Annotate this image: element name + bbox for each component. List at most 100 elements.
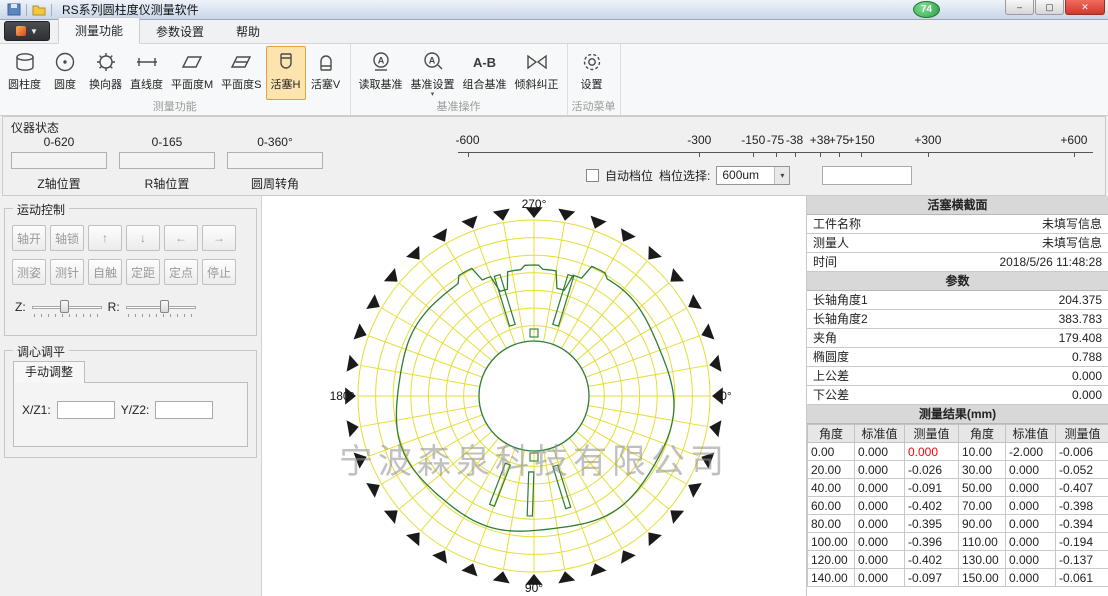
flatness-s-icon: [228, 49, 254, 75]
table-row[interactable]: 60.000.000-0.40270.000.000-0.398: [808, 497, 1108, 515]
table-row[interactable]: 0.000.0000.00010.00-2.000-0.006: [808, 443, 1108, 461]
folder-icon[interactable]: [32, 3, 46, 16]
row-label: 长轴角度1: [813, 291, 868, 309]
ruler-label: +75: [829, 133, 849, 147]
table-cell: -0.395: [905, 515, 959, 533]
combined-datum-icon: A-B: [472, 49, 498, 75]
table-row[interactable]: 120.000.000-0.402130.000.000-0.137: [808, 551, 1108, 569]
table-cell: 110.00: [959, 533, 1006, 551]
ruler-label: +600: [1060, 133, 1087, 147]
tab-help[interactable]: 帮助: [220, 19, 276, 44]
motion-button[interactable]: ←: [164, 225, 198, 251]
range-ruler: 自动档位 档位选择: 600um ▾ -600-300-150-75-38+38…: [458, 133, 1093, 193]
z-axis-position-field[interactable]: [11, 152, 107, 169]
row-value: 179.408: [1059, 329, 1102, 347]
close-button[interactable]: ✕: [1065, 0, 1105, 15]
table-col-header: 测量值: [1056, 425, 1108, 443]
disk-icon[interactable]: [7, 3, 21, 16]
yz2-field[interactable]: [155, 401, 213, 419]
z-slider-thumb[interactable]: [60, 300, 69, 313]
motion-button[interactable]: 自触: [88, 259, 122, 285]
r-slider-ticks: [128, 314, 194, 317]
ribbon-group-active-menu: 设置 活动菜单: [568, 44, 621, 115]
motion-button[interactable]: ↓: [126, 225, 160, 251]
panel-title: 活塞横截面: [807, 196, 1108, 215]
ribbon-item-flatness-m[interactable]: 平面度M: [167, 46, 217, 100]
row-label: 夹角: [813, 329, 837, 347]
z-slider[interactable]: [32, 299, 102, 315]
auto-gear-checkbox[interactable]: [586, 169, 599, 182]
table-cell: -0.137: [1056, 551, 1108, 569]
yz2-label: Y/Z2:: [121, 403, 150, 417]
ribbon-item-flatness-s[interactable]: 平面度S: [217, 46, 265, 100]
table-cell: 0.000: [905, 443, 959, 461]
table-row[interactable]: 80.000.000-0.39590.000.000-0.394: [808, 515, 1108, 533]
ribbon-item-combined-datum[interactable]: A-B 组合基准: [459, 46, 511, 100]
table-cell: -2.000: [1006, 443, 1056, 461]
r-slider[interactable]: [126, 299, 196, 315]
row-value: 未填写信息: [1042, 215, 1102, 233]
table-col-header: 标准值: [855, 425, 905, 443]
ribbon-item-datum-settings[interactable]: A 基准设置 ▾: [407, 46, 459, 100]
motion-button[interactable]: 定点: [164, 259, 198, 285]
info-row: 工件名称未填写信息: [807, 215, 1108, 234]
app-menu-button[interactable]: ▼: [4, 21, 50, 41]
ribbon-item-settings[interactable]: 设置: [572, 46, 612, 100]
row-value: 0.000: [1072, 386, 1102, 404]
motion-button[interactable]: →: [202, 225, 236, 251]
tab-manual-adjust[interactable]: 手动调整: [13, 361, 85, 383]
ribbon-item-roundness[interactable]: 圆度: [45, 46, 85, 100]
ribbon-item-cylindricity[interactable]: 圆柱度: [4, 46, 45, 100]
table-cell: -0.402: [905, 497, 959, 515]
ribbon-item-piston-v[interactable]: 活塞V: [306, 46, 346, 100]
ribbon-item-straightness[interactable]: 直线度: [126, 46, 167, 100]
ribbon-group-caption: 基准操作: [355, 100, 563, 115]
results-panel: 活塞横截面 工件名称未填写信息测量人未填写信息时间2018/5/26 11:48…: [806, 196, 1108, 596]
axis-sliders: Z: R:: [15, 299, 196, 315]
motion-button[interactable]: 轴开: [12, 225, 46, 251]
motion-button[interactable]: 测针: [50, 259, 84, 285]
motion-button[interactable]: 定距: [126, 259, 160, 285]
read-datum-icon: A: [368, 49, 394, 75]
minimize-button[interactable]: –: [1005, 0, 1034, 15]
ribbon-item-read-datum[interactable]: A 读取基准: [355, 46, 407, 100]
motion-button[interactable]: 测姿: [12, 259, 46, 285]
instrument-status-section: 仪器状态 0-620 Z轴位置 0-165 R轴位置 0-360° 圆周转角 自…: [2, 116, 1106, 196]
table-cell: 0.000: [855, 443, 905, 461]
ribbon-item-tilt-correction[interactable]: 倾斜纠正: [511, 46, 563, 100]
tab-parameter-settings[interactable]: 参数设置: [140, 19, 220, 44]
ribbon-item-commutator[interactable]: 换向器: [85, 46, 126, 100]
table-row[interactable]: 100.000.000-0.396110.000.000-0.194: [808, 533, 1108, 551]
table-row[interactable]: 140.000.000-0.097150.000.000-0.061: [808, 569, 1108, 587]
info-row: 椭圆度0.788: [807, 348, 1108, 367]
gear-controls: 自动档位 档位选择: 600um ▾: [586, 166, 912, 185]
svg-text:0°: 0°: [720, 389, 732, 403]
rotation-angle-field[interactable]: [227, 152, 323, 169]
r-axis-position-field[interactable]: [119, 152, 215, 169]
commutator-icon: [93, 49, 119, 75]
gear-select[interactable]: 600um ▾: [716, 166, 790, 185]
motion-control-panel: 运动控制 轴开轴锁↑↓←→ 测姿测针自触定距定点停止 Z: R: 调心调平 手动…: [0, 196, 262, 596]
table-cell: -0.026: [905, 461, 959, 479]
table-cell: 120.00: [808, 551, 855, 569]
r-axis-label: R轴位置: [119, 175, 215, 192]
ribbon-item-piston-h[interactable]: 活塞H: [266, 46, 306, 100]
chevron-down-icon: ▾: [431, 92, 435, 98]
r-slider-thumb[interactable]: [160, 300, 169, 313]
xz1-field[interactable]: [57, 401, 115, 419]
table-cell: 0.000: [1006, 551, 1056, 569]
ruler-tick: [1074, 152, 1075, 157]
table-row[interactable]: 40.000.000-0.09150.000.000-0.407: [808, 479, 1108, 497]
row-value: 204.375: [1059, 291, 1102, 309]
motion-button[interactable]: 停止: [202, 259, 236, 285]
straightness-icon: [134, 49, 160, 75]
motion-button[interactable]: 轴锁: [50, 225, 84, 251]
motion-button[interactable]: ↑: [88, 225, 122, 251]
table-row[interactable]: 20.000.000-0.02630.000.000-0.052: [808, 461, 1108, 479]
table-cell: -0.394: [1056, 515, 1108, 533]
table-cell: 0.000: [855, 515, 905, 533]
maximize-button[interactable]: ▢: [1035, 0, 1064, 15]
tab-measure-functions[interactable]: 测量功能: [58, 17, 140, 44]
gear-extra-field[interactable]: [822, 166, 912, 185]
manual-adjust-panel: X/Z1: Y/Z2:: [13, 382, 248, 447]
